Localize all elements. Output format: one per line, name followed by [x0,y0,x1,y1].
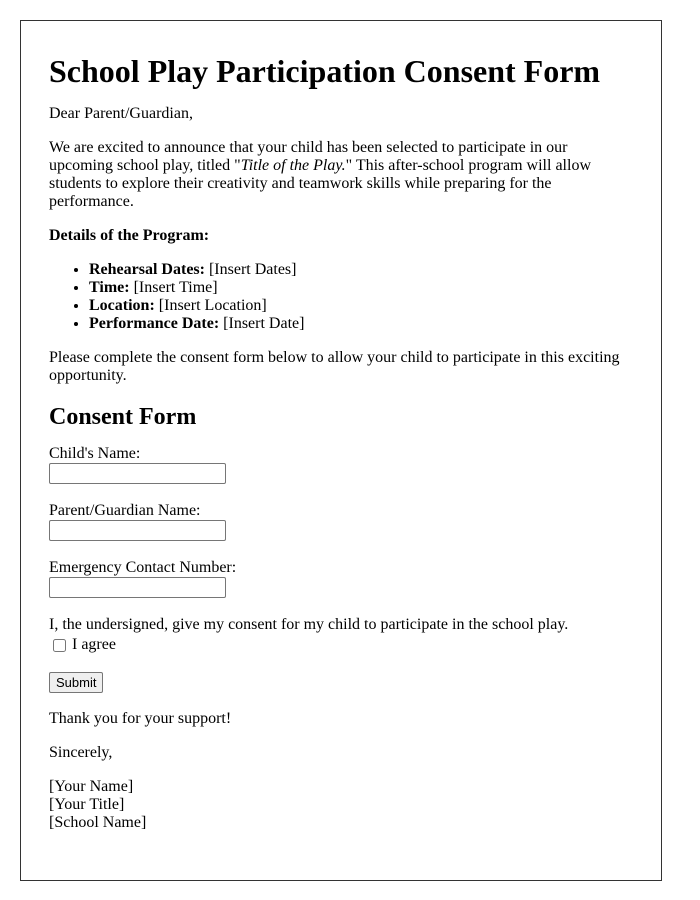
intro-paragraph: We are excited to announce that your chi… [49,139,633,211]
parent-name-label: Parent/Guardian Name: [49,502,201,519]
agree-checkbox[interactable] [53,638,66,652]
child-name-group: Child's Name: [49,445,633,484]
detail-value: [Insert Location] [154,297,267,314]
signature-name: [Your Name] [49,778,134,795]
consent-letter-container: School Play Participation Consent Form D… [20,20,662,881]
detail-item-location: Location: [Insert Location] [89,297,633,315]
signature-block: [Your Name] [Your Title] [School Name] [49,778,633,832]
child-name-label: Child's Name: [49,445,141,462]
thanks-text: Thank you for your support! [49,710,232,727]
emergency-contact-group: Emergency Contact Number: [49,559,633,598]
detail-label: Rehearsal Dates: [89,261,205,278]
consent-statement: I, the undersigned, give my consent for … [49,616,569,633]
program-details-list: Rehearsal Dates: [Insert Dates] Time: [I… [49,261,633,333]
detail-value: [Insert Date] [219,315,305,332]
emergency-contact-label: Emergency Contact Number: [49,559,237,576]
agree-row: I agree [49,636,633,654]
child-name-input[interactable] [49,463,226,484]
detail-label: Time: [89,279,130,296]
play-title: Title of the Play. [240,157,346,174]
consent-form: Child's Name: Parent/Guardian Name: Emer… [49,445,633,710]
detail-value: [Insert Time] [129,279,218,296]
signature-school: [School Name] [49,814,147,831]
detail-value: [Insert Dates] [204,261,297,278]
detail-label: Performance Date: [89,315,220,332]
emergency-contact-input[interactable] [49,577,226,598]
submit-button[interactable]: Submit [49,672,104,693]
salutation: Dear Parent/Guardian, [49,105,193,122]
detail-item-rehearsal-dates: Rehearsal Dates: [Insert Dates] [89,261,633,279]
parent-name-input[interactable] [49,520,226,541]
signoff-text: Sincerely, [49,744,113,761]
signature-title: [Your Title] [49,796,125,813]
parent-name-group: Parent/Guardian Name: [49,502,633,541]
detail-item-performance-date: Performance Date: [Insert Date] [89,315,633,333]
page-title: School Play Participation Consent Form [49,53,601,89]
details-heading: Details of the Program: [49,227,633,245]
agree-label[interactable]: I agree [72,636,116,654]
details-heading-text: Details of the Program: [49,227,210,244]
consent-form-heading: Consent Form [49,404,197,430]
detail-label: Location: [89,297,155,314]
instruction-paragraph: Please complete the consent form below t… [49,349,620,384]
detail-item-time: Time: [Insert Time] [89,279,633,297]
